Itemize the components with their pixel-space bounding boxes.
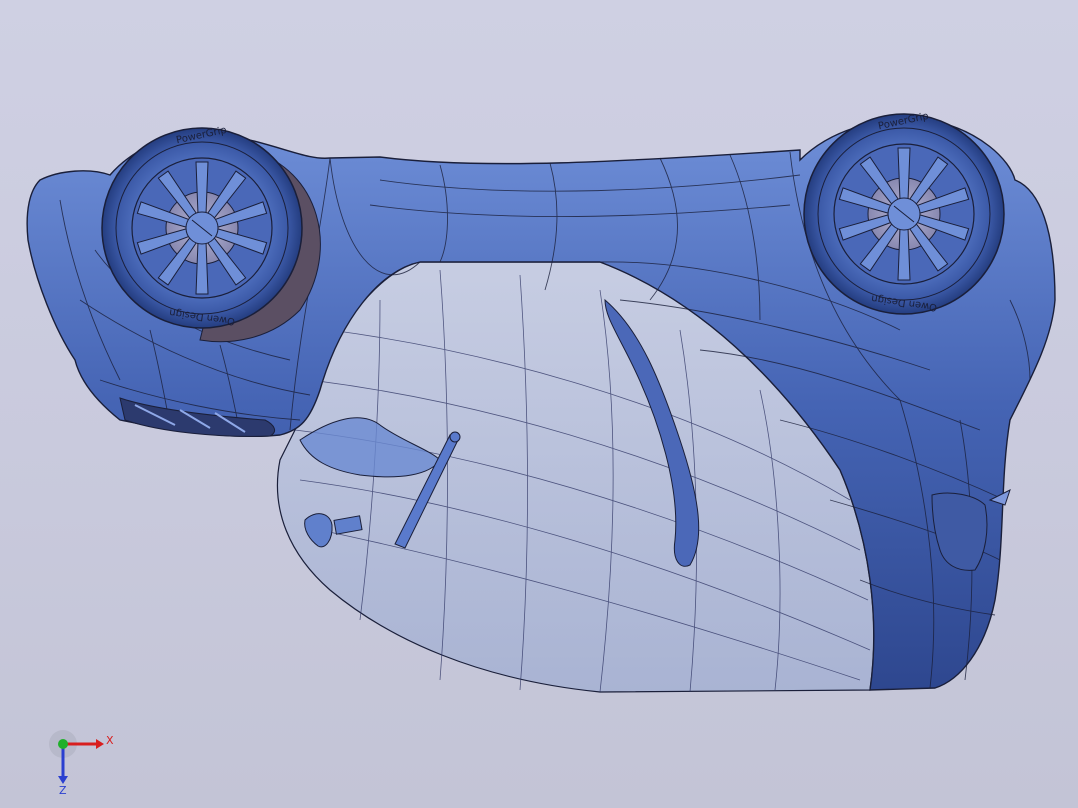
x-axis-label: X	[106, 734, 114, 747]
z-axis-label: Z	[59, 784, 67, 796]
rear-wheel	[101, 127, 303, 329]
car-body-model[interactable]: PowerGrip Owen Design PowerGrip Owen Des…	[0, 0, 1078, 808]
axis-triad[interactable]: X Z	[46, 726, 126, 796]
x-axis-arrowhead	[96, 739, 104, 749]
3d-viewport[interactable]: PowerGrip Owen Design PowerGrip Owen Des…	[0, 0, 1078, 808]
z-axis-arrowhead	[58, 776, 68, 784]
front-wheel	[803, 113, 1005, 315]
y-axis-dot	[58, 739, 68, 749]
